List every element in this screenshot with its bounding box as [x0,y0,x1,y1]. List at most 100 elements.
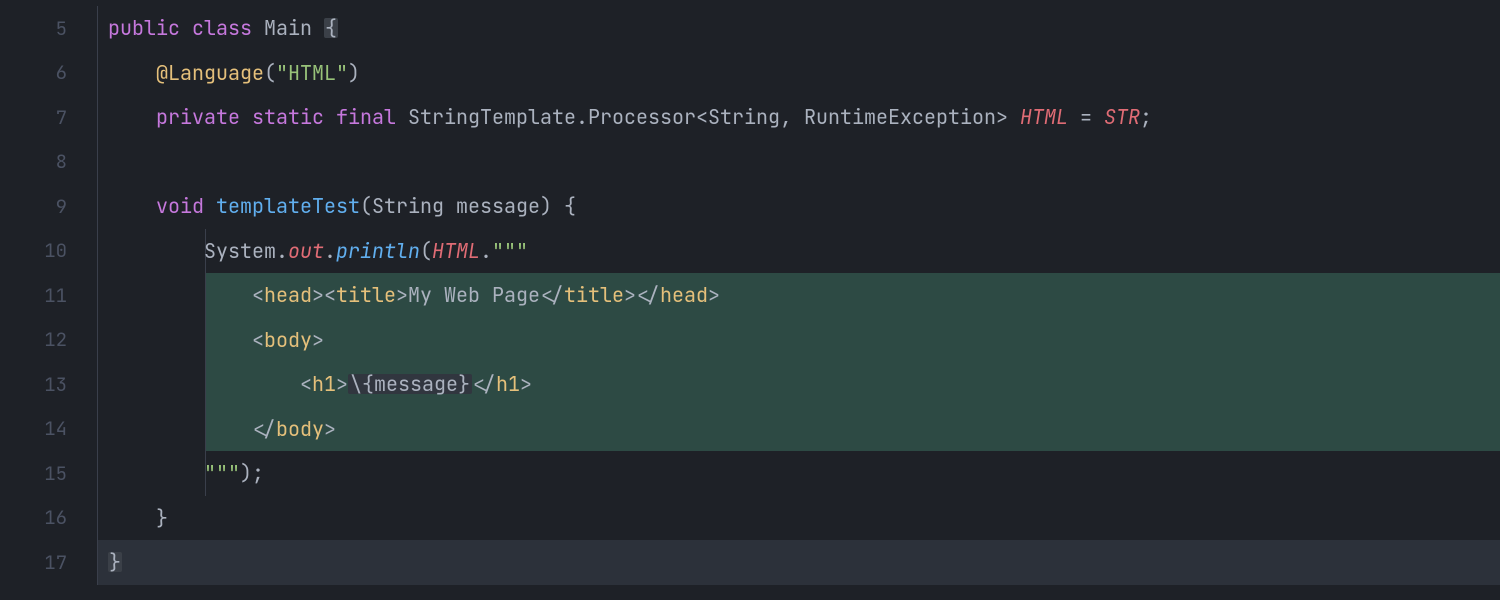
string-triple-quote: """ [492,241,528,261]
brace-open: { [324,18,338,38]
line-number: 17 [0,540,98,585]
dot: . [276,241,288,261]
type-processor: Processor [588,107,696,127]
line-number: 5 [0,6,98,51]
code-content[interactable]: void templateTest(String message) { [98,184,1500,229]
keyword-private: private [156,107,240,127]
tag-h1: h1 [312,374,336,394]
angle-close: > [996,107,1008,127]
paren-close: ) [540,196,552,216]
tag-angle: < [252,330,264,350]
type-string: String [708,107,780,127]
code-line-current[interactable]: 17 } [0,540,1500,585]
tag-angle: > [624,285,636,305]
keyword-void: void [156,196,204,216]
line-number: 11 [0,273,98,318]
tag-angle: > [312,330,324,350]
interp-var: message [374,371,458,397]
keyword-final: final [336,107,396,127]
code-content[interactable]: @Language("HTML") [98,51,1500,96]
tag-angle: </ [472,374,496,394]
line-number: 16 [0,496,98,541]
param-message: message [456,196,540,216]
ident-system: System [204,241,276,261]
method-name: templateTest [216,196,360,216]
code-line[interactable]: 10 System.out.println(HTML.""" [0,229,1500,274]
line-number: 9 [0,184,98,229]
string-literal: "HTML" [276,63,348,83]
tag-angle: > [396,285,408,305]
paren-close: ) [240,463,252,483]
tag-title: title [564,285,624,305]
tag-head: head [264,285,312,305]
type-stringtemplate: StringTemplate [408,107,576,127]
code-content[interactable]: private static final StringTemplate.Proc… [98,95,1500,140]
tag-angle: < [300,374,312,394]
type-runtimeexception: RuntimeException [804,107,996,127]
code-content[interactable]: System.out.println(HTML.""" [98,229,1500,274]
code-line[interactable]: 16 } [0,496,1500,541]
line-number: 15 [0,451,98,496]
tag-angle: < [252,285,264,305]
code-content[interactable]: <head><title>My Web Page</title></head> [98,273,1500,318]
comma: , [780,107,804,127]
tag-angle: > [324,419,336,439]
line-number: 8 [0,140,98,185]
code-content[interactable] [98,140,1500,185]
string-triple-quote: """ [204,463,240,483]
injected-language-bg [206,318,1500,363]
tag-angle: > [520,374,532,394]
field-out: out [288,241,324,261]
tag-angle: </ [636,285,660,305]
code-line[interactable]: 12 <body> [0,318,1500,363]
line-number: 10 [0,229,98,274]
method-println: println [336,241,420,261]
paren-open: ( [420,241,432,261]
field-str: STR [1104,107,1140,127]
code-line[interactable]: 8 [0,140,1500,185]
line-number: 13 [0,362,98,407]
tag-angle: > [312,285,324,305]
injected-language-bg [206,407,1500,452]
code-content[interactable]: </body> [98,407,1500,452]
tag-angle: </ [540,285,564,305]
code-line[interactable]: 15 """); [0,451,1500,496]
line-number: 7 [0,95,98,140]
code-content[interactable]: } [98,540,1500,585]
annotation: @Language [156,63,264,83]
paren-open: ( [360,196,372,216]
interp-close: } [458,371,470,397]
interp-escape: \{ [350,371,374,397]
code-editor[interactable]: 5 public class Main { 6 @Language("HTML"… [0,0,1500,600]
code-line[interactable]: 6 @Language("HTML") [0,51,1500,96]
code-line[interactable]: 5 public class Main { [0,6,1500,51]
code-content[interactable]: public class Main { [98,6,1500,51]
brace-open: { [564,196,576,216]
paren-close: ) [348,63,360,83]
code-line[interactable]: 9 void templateTest(String message) { [0,184,1500,229]
keyword-class: class [192,18,252,38]
line-number: 14 [0,407,98,452]
line-number: 6 [0,51,98,96]
code-content[interactable]: <body> [98,318,1500,363]
tag-angle: </ [252,419,276,439]
equals: = [1068,107,1104,127]
code-line[interactable]: 7 private static final StringTemplate.Pr… [0,95,1500,140]
field-html: HTML [432,241,480,261]
tag-title: title [336,285,396,305]
code-content[interactable]: """); [98,451,1500,496]
brace-close: } [108,552,122,572]
code-line[interactable]: 14 </body> [0,407,1500,452]
semicolon: ; [252,463,264,483]
html-text: My Web Page [408,285,540,305]
tag-angle: < [324,285,336,305]
code-line[interactable]: 11 <head><title>My Web Page</title></hea… [0,273,1500,318]
code-content[interactable]: } [98,496,1500,541]
template-interpolation: \{message} [348,374,472,394]
brace-close: } [156,508,168,528]
angle-open: < [696,107,708,127]
code-content[interactable]: <h1>\{message}</h1> [98,362,1500,407]
tag-angle: > [708,285,720,305]
field-html: HTML [1020,107,1068,127]
code-line[interactable]: 13 <h1>\{message}</h1> [0,362,1500,407]
